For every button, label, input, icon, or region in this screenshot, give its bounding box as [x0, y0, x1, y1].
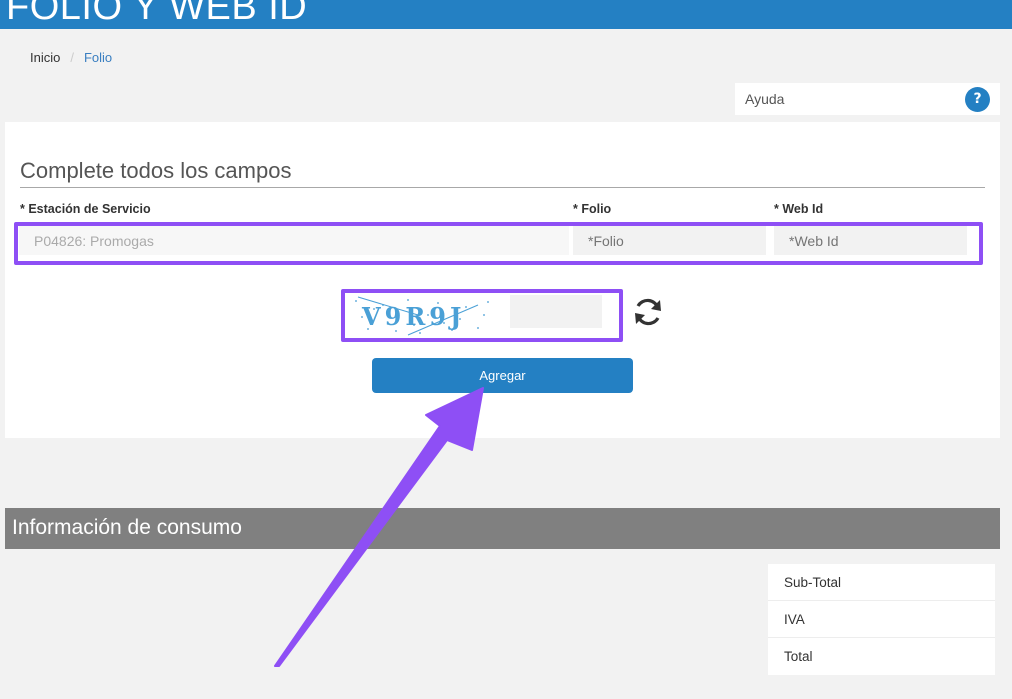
help-button[interactable]: Ayuda ?: [735, 83, 1000, 115]
highlight-box-fields: [14, 222, 983, 265]
captcha-image: V9R9J: [348, 295, 496, 337]
webid-label: * Web Id: [774, 202, 824, 216]
page-title: FOLIO Y WEB ID: [6, 0, 308, 28]
totals-row-subtotal: Sub-Total: [768, 564, 995, 601]
help-label: Ayuda: [745, 91, 785, 107]
totals-table: Sub-Total IVA Total: [768, 564, 995, 675]
question-icon[interactable]: ?: [965, 86, 990, 112]
consumo-section-header: Información de consumo: [5, 508, 1000, 549]
folio-label: * Folio: [573, 202, 612, 216]
captcha-text: V9R9J: [361, 302, 465, 331]
folio-form-card: Complete todos los campos * Estación de …: [5, 122, 1000, 438]
captcha-input[interactable]: [510, 295, 602, 328]
page-header: FOLIO Y WEB ID: [0, 0, 1012, 29]
form-divider: [20, 187, 985, 188]
breadcrumb: Inicio / Folio: [15, 39, 990, 75]
station-label: * Estación de Servicio: [20, 202, 151, 216]
breadcrumb-current: Folio: [83, 49, 113, 65]
breadcrumb-home-link[interactable]: Inicio: [30, 50, 60, 65]
totals-row-total: Total: [784, 649, 813, 664]
consumo-title: Información de consumo: [12, 516, 242, 539]
agregar-button[interactable]: Agregar: [372, 358, 633, 393]
totals-row-iva: IVA: [768, 601, 995, 638]
refresh-icon[interactable]: [630, 294, 666, 330]
form-title: Complete todos los campos: [20, 158, 292, 183]
breadcrumb-separator: /: [70, 49, 74, 65]
